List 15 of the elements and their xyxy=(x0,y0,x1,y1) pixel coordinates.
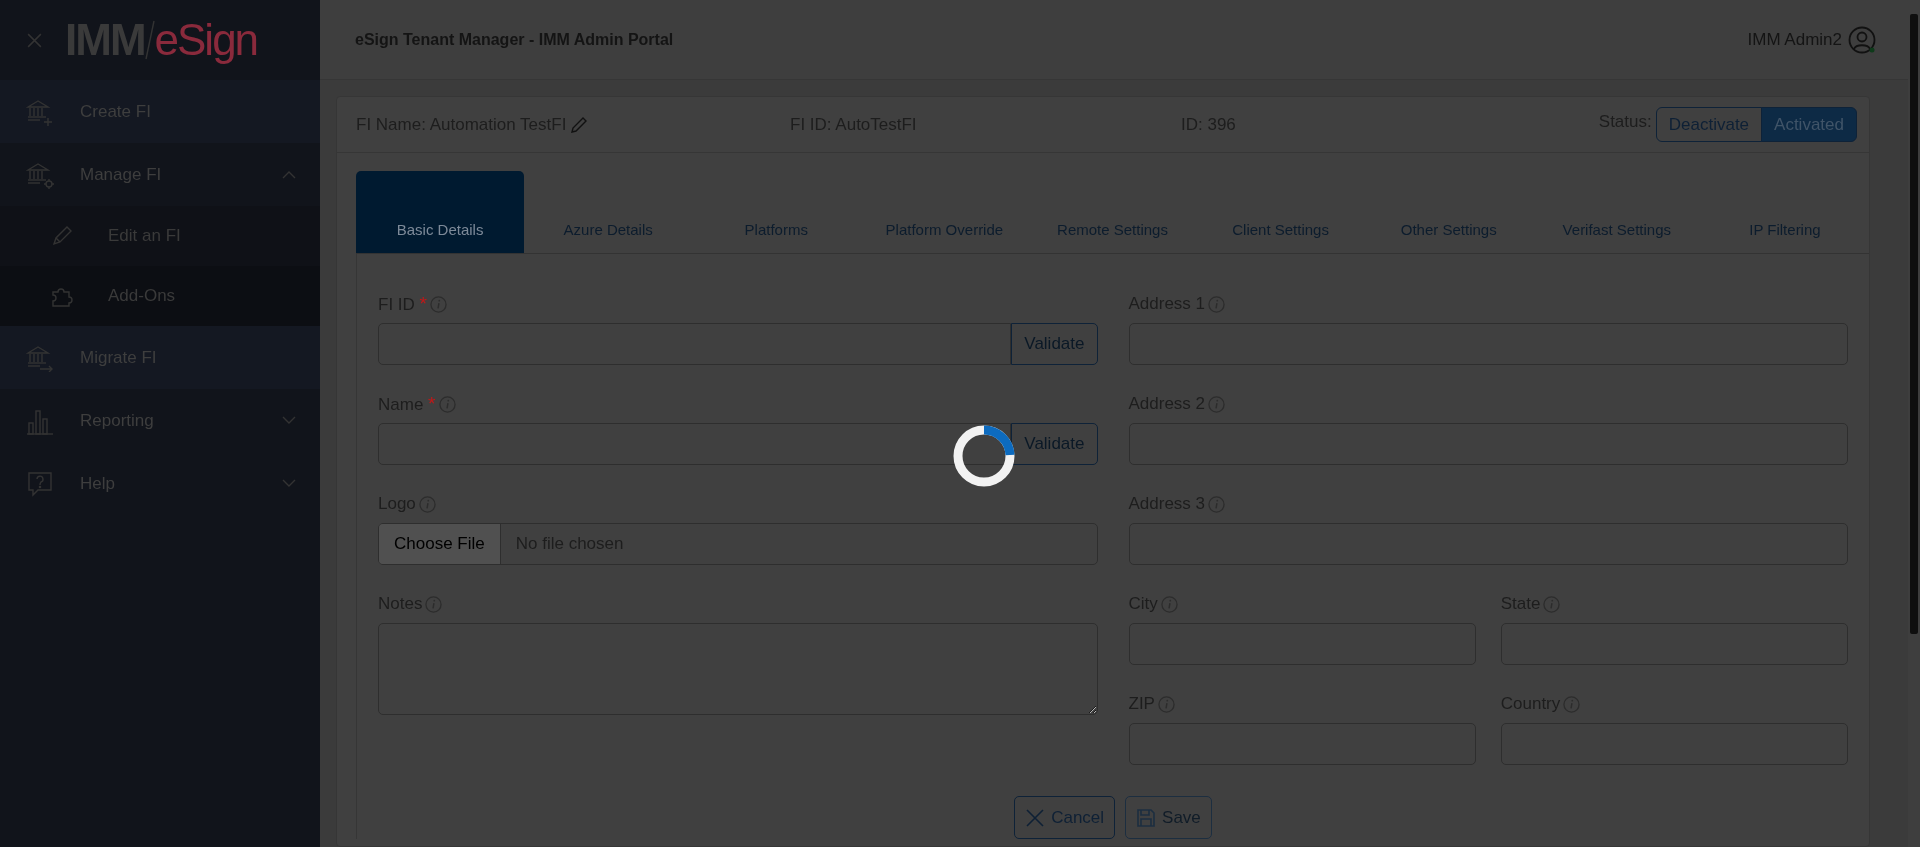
close-icon xyxy=(1025,807,1046,828)
help-icon xyxy=(26,469,54,498)
text-input[interactable] xyxy=(378,323,1012,365)
loading-spinner xyxy=(952,424,1016,488)
scrollbar-thumb[interactable] xyxy=(1910,14,1918,634)
edit-icon[interactable] xyxy=(570,115,589,134)
text-input[interactable] xyxy=(378,423,1012,465)
close-icon[interactable] xyxy=(26,31,43,49)
bank-gear-icon xyxy=(26,160,54,189)
notes-field[interactable] xyxy=(378,623,1098,715)
tab[interactable]: Basic Details xyxy=(356,171,525,253)
bank-arrow-icon xyxy=(26,343,54,372)
user-icon[interactable] xyxy=(1848,25,1876,54)
bank-plus-icon xyxy=(26,97,54,126)
slash-icon xyxy=(144,19,155,61)
